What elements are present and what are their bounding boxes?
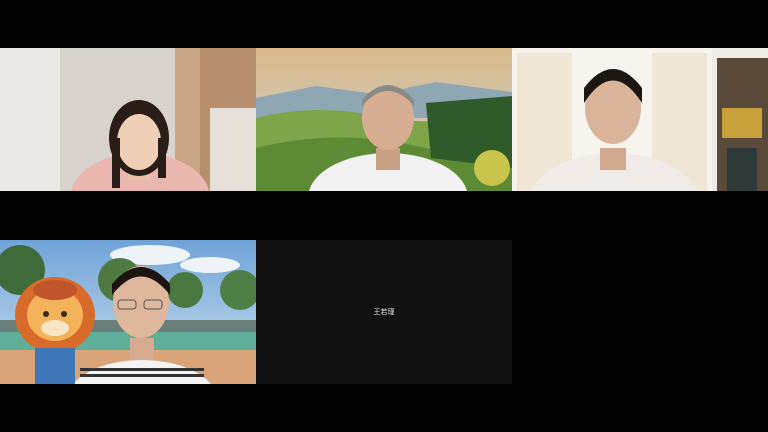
participant-tile-1[interactable] <box>0 48 256 191</box>
participant-tile-5[interactable]: 王若瑾 <box>256 240 512 384</box>
video-feed <box>0 240 256 384</box>
participant-tile-4[interactable] <box>0 240 256 384</box>
video-feed <box>512 48 768 191</box>
participant-name: 王若瑾 <box>373 308 395 316</box>
video-feed <box>256 48 512 191</box>
participant-tile-3[interactable] <box>512 48 768 191</box>
video-feed <box>0 48 256 191</box>
participant-tile-2[interactable] <box>256 48 512 191</box>
